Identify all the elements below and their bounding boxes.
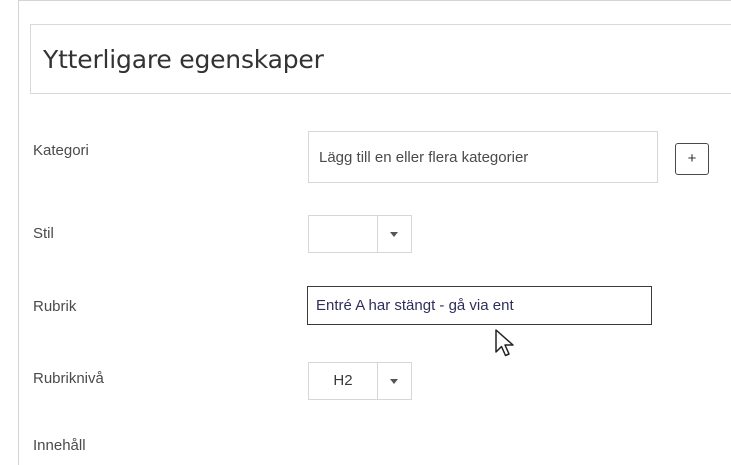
caret-down-icon[interactable] [377,216,411,252]
caret-down-icon[interactable] [377,363,411,399]
heading-label: Rubrik [33,298,77,315]
category-label: Kategori [33,142,89,159]
heading-level-select-value: H2 [309,363,378,399]
style-select[interactable] [308,215,412,253]
style-label: Stil [33,225,54,242]
heading-level-select[interactable]: H2 [308,362,412,400]
section-title: Ytterligare egenskaper [43,45,324,74]
heading-input[interactable] [307,286,652,325]
heading-level-label: Rubriknivå [33,370,104,387]
section-header: Ytterligare egenskaper [30,24,731,94]
add-category-button[interactable]: + [675,143,709,175]
style-select-value [309,216,378,252]
category-input[interactable] [308,131,658,183]
content-label: Innehåll [33,437,86,454]
mouse-pointer-icon [495,329,514,357]
